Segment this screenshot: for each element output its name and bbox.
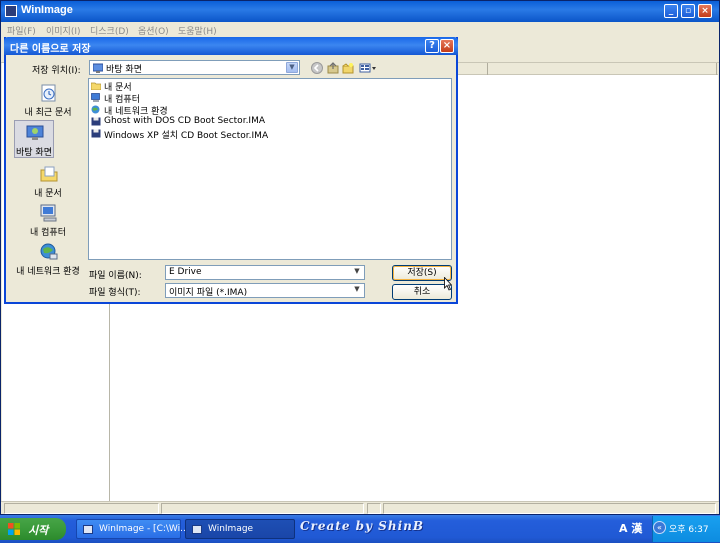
maximize-button[interactable]: ▫ <box>681 4 695 18</box>
chevron-down-icon[interactable]: ▼ <box>351 267 363 278</box>
column-header[interactable] <box>455 63 488 75</box>
place-label: 내 최근 문서 <box>24 108 72 118</box>
desktop-small-icon <box>93 63 103 73</box>
status-segment <box>383 503 716 514</box>
column-header[interactable] <box>488 63 717 75</box>
ime-indicator[interactable]: A 漢 <box>619 520 642 536</box>
place-label: 내 컴퓨터 <box>30 228 66 238</box>
disk-image-icon <box>91 129 101 138</box>
save-in-label: 저장 위치(I): <box>32 66 81 76</box>
place-my-computer[interactable]: 내 컴퓨터 <box>11 201 85 239</box>
my-documents-icon <box>40 166 58 182</box>
filetype-value: 이미지 파일 (*.IMA) <box>169 288 248 298</box>
filename-value: E Drive <box>169 267 202 277</box>
place-desktop[interactable]: 바탕 화면 <box>14 120 54 158</box>
dialog-titlebar[interactable]: 다른 이름으로 저장 ? × <box>4 37 458 55</box>
my-computer-icon <box>40 204 57 222</box>
menu-file[interactable]: 파일(F) <box>7 24 36 37</box>
save-in-dropdown[interactable]: 바탕 화면 ▼ <box>89 60 300 75</box>
place-network[interactable]: 내 네트워크 환경 <box>11 240 85 278</box>
computer-icon <box>91 93 100 102</box>
clock[interactable]: 오후 6:37 <box>669 522 709 535</box>
main-window-title: WinImage <box>21 4 73 16</box>
menu-options[interactable]: 옵션(O) <box>138 24 169 37</box>
back-icon[interactable] <box>311 62 323 74</box>
place-recent-documents[interactable]: 내 최근 문서 <box>11 81 85 119</box>
dialog-close-button[interactable]: × <box>440 39 454 53</box>
floppy-icon <box>192 525 202 534</box>
statusbar <box>1 501 719 514</box>
chevron-down-icon[interactable]: ▼ <box>351 285 363 296</box>
watermark-text: Create by ShinB <box>300 519 424 533</box>
place-label: 내 네트워크 환경 <box>16 267 80 277</box>
recent-docs-icon <box>41 84 56 102</box>
help-button[interactable]: ? <box>425 39 439 53</box>
minimize-button[interactable]: _ <box>664 4 678 18</box>
menubar: 파일(F) 이미지(I) 디스크(D) 옵션(O) 도움말(H) <box>1 22 719 37</box>
taskbar-item-label: WinImage <box>208 524 254 534</box>
floppy-icon <box>83 525 93 534</box>
start-label: 시작 <box>28 524 49 537</box>
file-name: Ghost with DOS CD Boot Sector.IMA <box>104 116 266 126</box>
disk-image-icon <box>91 117 101 126</box>
taskbar-item-winimage-dialog[interactable]: WinImage <box>185 519 295 539</box>
status-segment <box>161 503 364 514</box>
menu-image[interactable]: 이미지(I) <box>46 24 81 37</box>
up-folder-icon[interactable] <box>327 62 339 74</box>
windows-logo-icon <box>8 523 20 535</box>
close-button[interactable]: × <box>698 4 712 18</box>
filetype-label: 파일 형식(T): <box>89 288 141 298</box>
system-tray: « 오후 6:37 <box>652 516 720 542</box>
mouse-cursor-icon <box>444 277 452 291</box>
network-icon <box>91 105 100 114</box>
file-name: Windows XP 설치 CD Boot Sector.IMA <box>104 131 269 141</box>
filetype-dropdown[interactable]: 이미지 파일 (*.IMA) ▼ <box>165 283 365 298</box>
filename-label: 파일 이름(N): <box>89 271 142 281</box>
status-segment <box>367 503 381 514</box>
menu-disk[interactable]: 디스크(D) <box>90 24 129 37</box>
place-label: 바탕 화면 <box>16 148 52 158</box>
save-button[interactable]: 저장(S) <box>392 265 452 281</box>
show-hidden-icons-button[interactable]: « <box>653 521 666 534</box>
dialog-title: 다른 이름으로 저장 <box>10 44 91 55</box>
taskbar: 시작 WinImage - [C:\Wi... WinImage Create … <box>0 515 720 543</box>
filename-input[interactable]: E Drive ▼ <box>165 265 365 280</box>
place-label: 내 문서 <box>34 189 62 199</box>
desktop-icon <box>26 125 44 140</box>
network-icon <box>40 243 58 260</box>
main-titlebar[interactable]: WinImage _ ▫ × <box>1 1 719 22</box>
save-in-value: 바탕 화면 <box>106 65 142 75</box>
status-segment <box>4 503 159 514</box>
file-list[interactable]: 내 문서 내 컴퓨터 내 네트워크 환경 Ghost with DOS CD B… <box>88 78 452 260</box>
taskbar-item-winimage-main[interactable]: WinImage - [C:\Wi... <box>76 519 189 539</box>
cancel-button[interactable]: 취소 <box>392 284 452 300</box>
save-as-dialog: 다른 이름으로 저장 ? × 저장 위치(I): 바탕 화면 ▼ 내 최근 문서… <box>4 37 458 304</box>
view-menu-icon[interactable] <box>359 62 377 74</box>
taskbar-item-label: WinImage - [C:\Wi... <box>99 524 189 534</box>
places-bar: 내 최근 문서 바탕 화면 내 문서 내 컴퓨터 내 네트워크 환경 <box>11 79 85 281</box>
chevron-down-icon[interactable]: ▼ <box>286 62 298 73</box>
menu-help[interactable]: 도움말(H) <box>178 24 217 37</box>
place-my-documents[interactable]: 내 문서 <box>11 162 85 200</box>
new-folder-icon[interactable] <box>342 62 354 74</box>
folder-icon <box>91 82 101 90</box>
winimage-app-icon <box>5 5 17 17</box>
start-button[interactable]: 시작 <box>0 518 66 540</box>
